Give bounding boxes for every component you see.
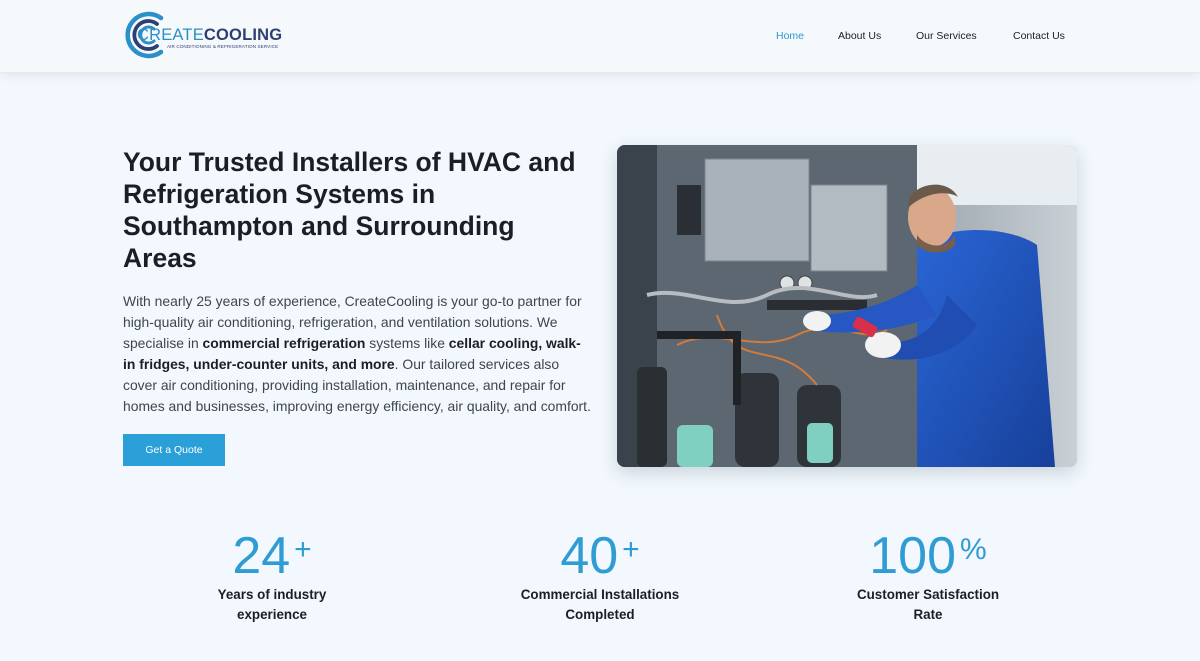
logo-word-create: CREATE [137, 26, 204, 44]
stat-years-number: 24 + [172, 524, 372, 582]
stat-installations: 40 + Commercial Installations Completed [500, 524, 700, 625]
stat-installations-label: Commercial Installations Completed [520, 587, 680, 622]
hero-body-text-2: systems like [365, 335, 449, 351]
stat-installations-suffix: + [622, 533, 640, 566]
hero-technician-photo [617, 145, 1077, 467]
nav-contact-us[interactable]: Contact Us [1013, 30, 1065, 42]
get-a-quote-button[interactable]: Get a Quote [123, 434, 225, 466]
stat-years-value: 24 [232, 527, 291, 585]
stat-satisfaction: 100% Customer Satisfaction Rate [828, 524, 1028, 625]
stat-installations-value: 40 [560, 527, 619, 585]
hero-description: With nearly 25 years of experience, Crea… [123, 291, 593, 417]
stat-installations-number: 40 + [500, 524, 700, 582]
logo-word-cooling: COOLING [203, 26, 283, 44]
hero-heading: Your Trusted Installers of HVAC and Refr… [123, 147, 576, 273]
nav-our-services[interactable]: Our Services [916, 30, 977, 42]
stat-years-label: Years of industry experience [217, 587, 327, 622]
logo-tagline: AIR CONDITIONING & REFRIGERATION SERVICE [167, 44, 279, 49]
stat-satisfaction-value: 100 [869, 527, 957, 585]
site-header: CREATECOOLING AIR CONDITIONING & REFRIGE… [0, 0, 1200, 73]
stat-years-suffix: + [294, 533, 312, 566]
nav-home[interactable]: Home [776, 30, 804, 42]
createcooling-logo[interactable]: CREATECOOLING AIR CONDITIONING & REFRIGE… [121, 8, 291, 64]
logo-wordmark: CREATECOOLING [137, 26, 282, 44]
stat-satisfaction-suffix: % [960, 533, 987, 566]
hero-body-bold-1: commercial refrigeration [202, 335, 366, 351]
stat-satisfaction-label: Customer Satisfaction Rate [856, 587, 1000, 622]
nav-about-us[interactable]: About Us [838, 30, 881, 42]
stat-satisfaction-number: 100% [828, 524, 1028, 582]
technician-hvac-unit-photo-icon [617, 145, 1077, 467]
stat-years: 24 + Years of industry experience [172, 524, 372, 625]
